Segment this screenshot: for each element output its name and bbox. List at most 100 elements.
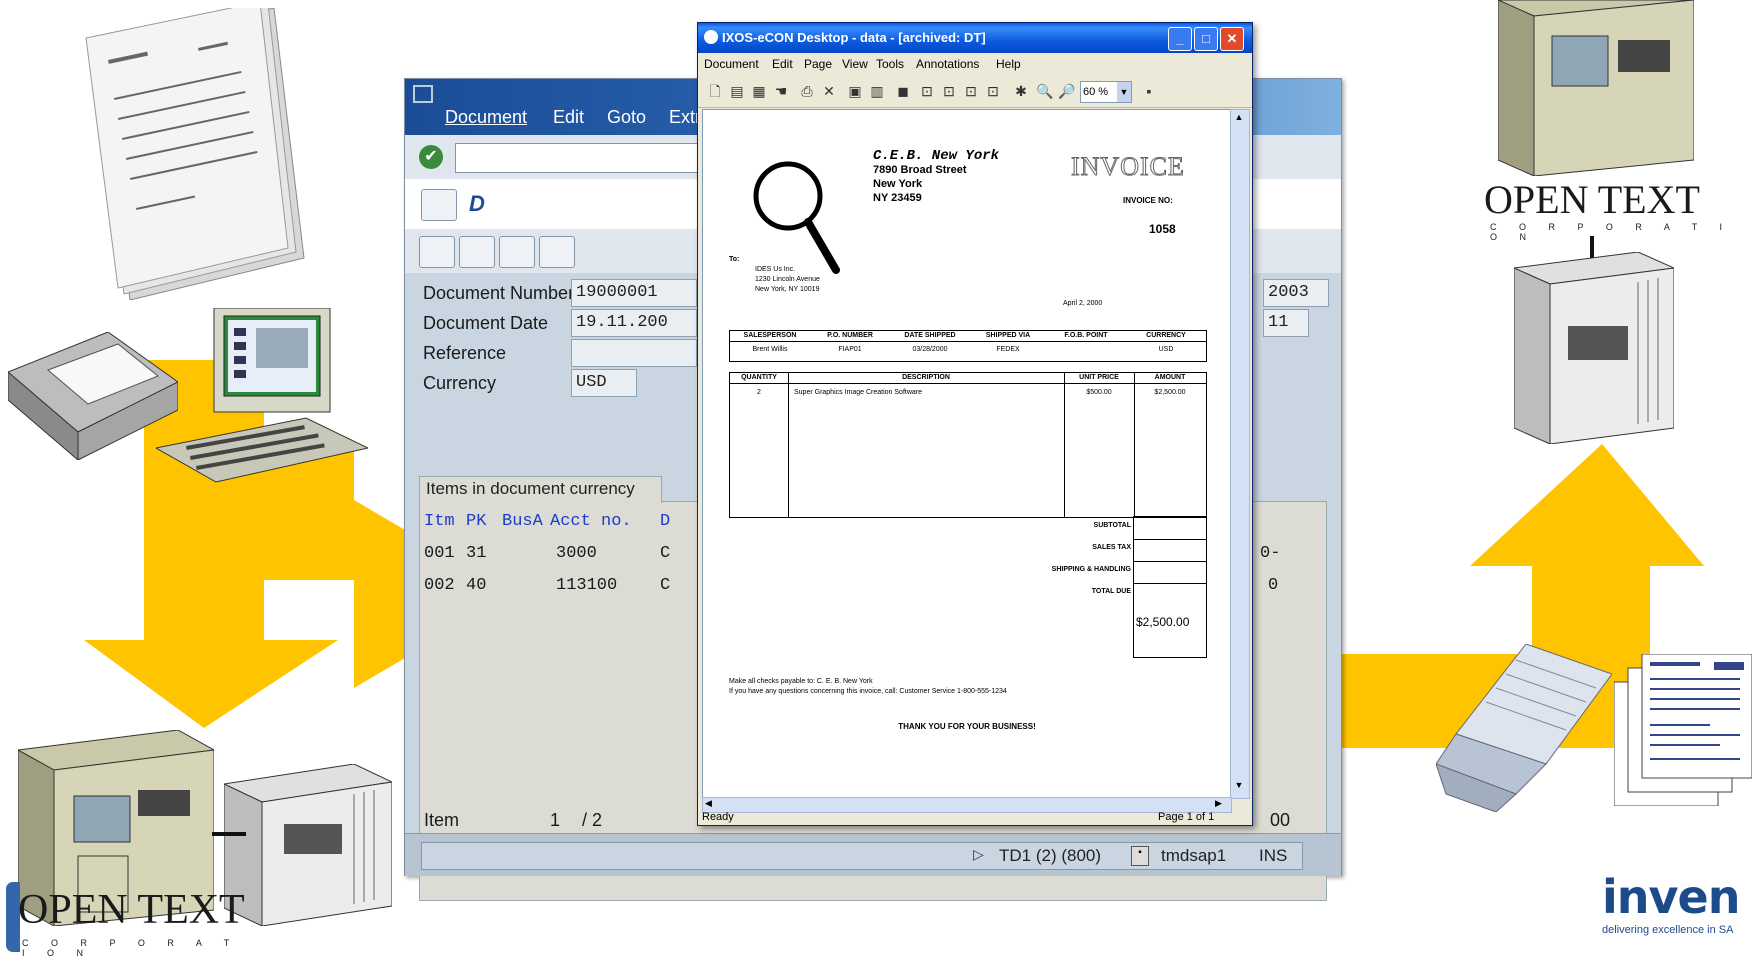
row2-tail: 0 [1268, 576, 1279, 595]
viewer-menu-view[interactable]: View [842, 57, 868, 71]
items-header-itm: Itm [424, 512, 455, 531]
next-page-icon[interactable]: ⊡ [962, 82, 980, 100]
zoom-out-icon[interactable]: 🔎 [1058, 82, 1076, 100]
viewer-menu-edit[interactable]: Edit [772, 57, 793, 71]
document-date-field[interactable]: 19.11.200 [571, 309, 697, 337]
item-price: $500.00 [1086, 389, 1112, 396]
scroll-up-icon[interactable]: ▲ [1233, 112, 1245, 124]
to-line-3: New York, NY 10019 [755, 286, 820, 293]
item-amount: $2,500.00 [1154, 389, 1186, 396]
currency-field[interactable]: USD [571, 369, 637, 397]
items-tab[interactable]: Items in document currency [419, 476, 662, 503]
enter-check-icon[interactable]: ✔ [419, 145, 443, 169]
scroll-right-icon[interactable]: ▶ [1215, 798, 1222, 809]
item-header-qty: QUANTITY [741, 374, 777, 381]
document-number-field[interactable]: 19000001 [571, 279, 697, 307]
viewer-window: IXOS-eCON Desktop - data - [archived: DT… [697, 22, 1253, 826]
zoom-value: 60 % [1083, 86, 1109, 98]
ship-header-fob: F.O.B. POINT [1064, 332, 1108, 339]
ship-value-salesperson: Brent Willis [752, 346, 788, 353]
right-field-period[interactable]: 11 [1263, 309, 1309, 337]
chevron-down-icon[interactable]: ▼ [1117, 82, 1131, 102]
sap-menu-edit[interactable]: Edit [553, 107, 584, 128]
item-qty: 2 [757, 389, 761, 396]
item-current[interactable]: 1 [550, 810, 560, 831]
minimize-button[interactable]: _ [1168, 27, 1192, 51]
status-server: tmdsap1 [1161, 846, 1227, 865]
command-field[interactable] [455, 143, 707, 173]
viewer-status-ready: Ready [702, 811, 734, 823]
print-icon[interactable]: ⎙ [798, 82, 816, 100]
server-icon-top-right [1497, 0, 1695, 177]
toolbar-list-icon[interactable] [539, 236, 575, 268]
stamp-icon[interactable]: ◼ [894, 82, 912, 100]
viewer-menu-help[interactable]: Help [996, 57, 1021, 71]
toolbar-copy-icon[interactable] [459, 236, 495, 268]
workstation-icon [154, 307, 370, 490]
footer-line-2: If you have any questions concerning thi… [729, 688, 1007, 695]
last-page-icon[interactable]: ⊡ [984, 82, 1002, 100]
jukebox-icon-top-right [1512, 251, 1676, 445]
row2-d: C [660, 576, 671, 595]
viewer-menu-tools[interactable]: Tools [876, 57, 904, 71]
maximize-button[interactable]: □ [1194, 27, 1218, 51]
totals-rule-2 [1134, 561, 1206, 562]
to-label: To: [729, 256, 740, 263]
folder-icon[interactable]: ▥ [868, 82, 886, 100]
viewer-toolbar: 🗋 ▤ ▦ ☚ ⎙ ✕ ▣ ▥ ◼ ⊡ ⊡ ⊡ ⊡ ✱ 🔍 🔎 60 % ▼ ▪ [698, 75, 1252, 108]
totals-rule-3 [1134, 583, 1206, 584]
ship-value-currency: USD [1158, 346, 1174, 353]
currency-label: Currency [423, 373, 497, 393]
totals-rule-1 [1134, 539, 1206, 540]
scroll-left-icon[interactable]: ◀ [705, 798, 712, 809]
status-play-icon[interactable]: ▷ [973, 846, 984, 863]
new-icon[interactable]: 🗋 [706, 82, 724, 100]
opentext-corporation: C O R P O R A T I O N [22, 938, 240, 958]
invoice-no-label: INVOICE NO: [1123, 196, 1173, 205]
delete-icon[interactable]: ✕ [820, 82, 838, 100]
items-col-rule-1 [788, 373, 789, 517]
item-header-desc: DESCRIPTION [902, 374, 950, 381]
ship-header-via: SHIPPED VIA [985, 332, 1031, 339]
first-page-icon[interactable]: ⊡ [918, 82, 936, 100]
zoom-select[interactable]: 60 % ▼ [1080, 81, 1132, 103]
panel-icon[interactable]: ▪ [1140, 82, 1158, 100]
viewer-menu-annotations[interactable]: Annotations [916, 57, 979, 71]
document-stack-icon [1613, 653, 1752, 807]
totals-box: $2,500.00 [1133, 516, 1207, 658]
vertical-scrollbar[interactable]: ▲ ▼ [1230, 109, 1250, 799]
toolbar-pencil-icon[interactable] [419, 236, 455, 268]
inven-logo: inven delivering excellence in SA [1600, 870, 1752, 942]
status-lock-icon[interactable]: ▪ [1131, 846, 1149, 866]
sap-menu-goto[interactable]: Goto [607, 107, 646, 128]
open-icon[interactable]: ▤ [728, 82, 746, 100]
viewer-menu-page[interactable]: Page [804, 57, 832, 71]
toolbar-globe-icon[interactable] [499, 236, 535, 268]
row1-itm: 001 [424, 544, 455, 563]
items-header-busa: BusA [502, 512, 543, 531]
display-document-icon[interactable] [421, 189, 457, 221]
subtotal-label: SUBTOTAL [1093, 522, 1131, 529]
item-tail: 00 [1270, 810, 1291, 830]
prev-page-icon[interactable]: ⊡ [940, 82, 958, 100]
sap-status-bar: ▷ TD1 (2) (800) ▪ tmdsap1 INS [405, 833, 1341, 876]
scroll-down-icon[interactable]: ▼ [1233, 780, 1245, 792]
preview-icon[interactable]: ▣ [846, 82, 864, 100]
viewer-menu-document[interactable]: Document [704, 57, 759, 71]
sap-menu-document[interactable]: Document [445, 107, 527, 128]
print-list-icon [1435, 643, 1613, 813]
ship-header-po: P.O. NUMBER [827, 332, 873, 339]
right-field-year[interactable]: 2003 [1263, 279, 1329, 307]
connector-line-left [212, 832, 246, 836]
zoom-in-icon[interactable]: 🔍 [1036, 82, 1054, 100]
hand-icon[interactable]: ☚ [772, 82, 790, 100]
total-due-value: $2,500.00 [1136, 615, 1190, 629]
archive-icon[interactable]: ▦ [750, 82, 768, 100]
status-mode: INS [1259, 846, 1288, 865]
invoice-company: C.E.B. New York [873, 148, 1000, 164]
close-button[interactable]: ✕ [1220, 27, 1244, 51]
reference-field[interactable] [571, 339, 697, 367]
rotate-icon[interactable]: ✱ [1012, 82, 1030, 100]
row1-pk: 31 [466, 544, 487, 563]
items-header-pk: PK [466, 512, 487, 531]
